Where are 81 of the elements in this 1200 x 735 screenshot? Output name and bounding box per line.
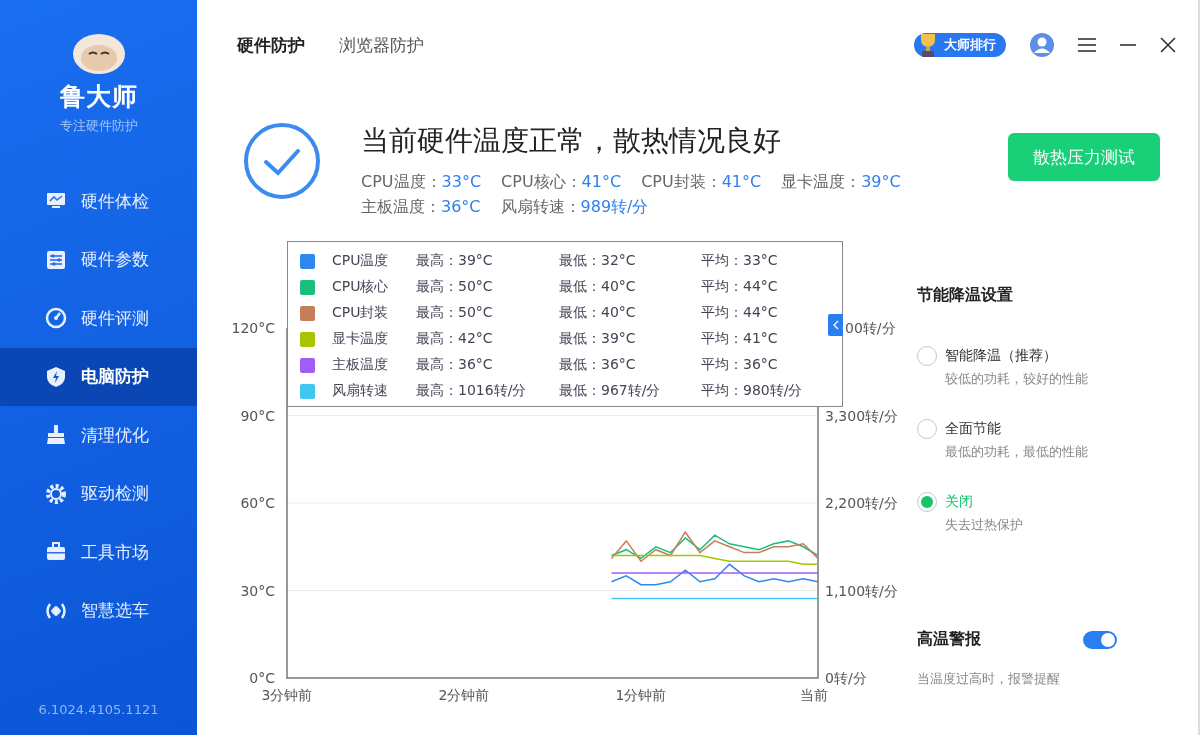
option-description: 失去过热保护 [945, 516, 1024, 534]
check-circle-icon [243, 122, 321, 200]
axis-tick-label: 1,100转/分 [825, 582, 898, 599]
option-label: 关闭 [945, 493, 974, 511]
average-value: 平均：33°C [701, 252, 779, 270]
average-value: 平均：980转/分 [701, 382, 804, 400]
min-value: 最低：39°C [559, 330, 637, 348]
minimize-icon[interactable] [1120, 43, 1136, 47]
legend-label: CPU核心 [332, 278, 390, 296]
legend-label: 显卡温度 [332, 330, 389, 348]
min-value: 最低：32°C [559, 252, 637, 270]
average-value: 平均：36°C [701, 356, 779, 374]
temperature-reading: 风扇转速：989转/分 [500, 197, 649, 218]
temperature-reading: 显卡温度：39°C [781, 172, 901, 193]
axis-tick-label: 2,200转/分 [825, 495, 898, 511]
max-value: 最高：50°C [416, 304, 494, 322]
axis-tick-label: 00转/分 [845, 320, 896, 336]
axis-tick-label: 90°C [240, 407, 275, 424]
temperature-reading: CPU封装：41°C [641, 172, 762, 193]
max-value: 最高：42°C [416, 330, 494, 348]
tab[interactable]: 浏览器防护 [339, 33, 424, 57]
status-headline: 当前硬件温度正常，散热情况良好 [361, 123, 782, 159]
alert-description: 当温度过高时，报警提醒 [917, 670, 1061, 688]
min-value: 最低：40°C [559, 278, 637, 296]
menu-icon[interactable] [1078, 37, 1096, 53]
legend-label: CPU封装 [332, 304, 390, 322]
brand-name: 鲁大师 [59, 81, 138, 113]
gear-icon [45, 482, 67, 505]
sidebar-item[interactable]: 硬件参数 [0, 230, 197, 289]
axis-tick-label: 3,300转/分 [825, 407, 898, 424]
sidebar-item[interactable]: 智慧选车 [0, 581, 197, 640]
option-description: 较低的功耗，较好的性能 [945, 370, 1089, 388]
legend-label: CPU温度 [332, 252, 390, 270]
brand-slogan: 专注硬件防护 [59, 117, 138, 135]
sidebar-item[interactable]: 工具市场 [0, 523, 197, 582]
legend-label: 风扇转速 [332, 382, 389, 400]
close-icon[interactable] [1160, 37, 1176, 53]
temperature-reading: CPU温度：33°C [361, 172, 482, 193]
axis-tick-label: 2分钟前 [438, 687, 490, 703]
min-value: 最低：36°C [559, 356, 637, 374]
average-value: 平均：44°C [701, 304, 779, 322]
sidebar-item[interactable]: 硬件体检 [0, 172, 197, 231]
sidebar-item[interactable]: 电脑防护 [0, 347, 197, 406]
axis-tick-label: 120°C [231, 320, 275, 336]
sliders-icon [45, 248, 67, 271]
max-value: 最高：36°C [416, 356, 494, 374]
chevron-left-icon [832, 320, 839, 330]
gauge-icon [45, 307, 67, 330]
option-label: 全面节能 [945, 420, 1002, 438]
min-value: 最低：967转/分 [559, 382, 662, 400]
max-value: 最高：39°C [416, 252, 494, 270]
axis-tick-label: 30°C [240, 582, 275, 599]
max-value: 最高：50°C [416, 278, 494, 296]
ranking-button[interactable]: 大师排行 [914, 33, 1006, 57]
axis-tick-label: 0°C [249, 670, 275, 686]
alert-toggle[interactable] [1083, 630, 1117, 649]
avatar-icon[interactable] [1030, 33, 1054, 57]
broom-icon [45, 424, 67, 447]
axis-tick-label: 60°C [240, 495, 275, 511]
temperature-reading: 主板温度：36°C [361, 197, 481, 218]
axis-tick-label: 0转/分 [825, 670, 867, 686]
version-text: 6.1024.4105.1121 [37, 702, 160, 717]
tab[interactable]: 硬件防护 [237, 33, 305, 57]
axis-tick-label: 当前 [800, 687, 828, 703]
option-description: 最低的功耗，最低的性能 [945, 443, 1089, 461]
section-title: 节能降温设置 [917, 285, 1014, 306]
legend-label: 主板温度 [332, 356, 389, 374]
temperature-reading: CPU核心：41°C [501, 172, 622, 193]
min-value: 最低：40°C [559, 304, 637, 322]
axis-tick-label: 3分钟前 [261, 687, 313, 703]
option-label: 智能降温（推荐） [945, 347, 1058, 365]
average-value: 平均：44°C [701, 278, 779, 296]
section-title: 高温警报 [917, 629, 982, 650]
average-value: 平均：41°C [701, 330, 779, 348]
legend-collapse-button[interactable] [828, 314, 843, 336]
sidebar-item[interactable]: 驱动检测 [0, 464, 197, 523]
max-value: 最高：1016转/分 [416, 382, 528, 400]
axis-tick-label: 1分钟前 [615, 687, 667, 703]
sidebar-item[interactable]: 硬件评测 [0, 289, 197, 348]
shield-icon [45, 365, 67, 388]
sidebar-item[interactable]: 清理优化 [0, 406, 197, 465]
